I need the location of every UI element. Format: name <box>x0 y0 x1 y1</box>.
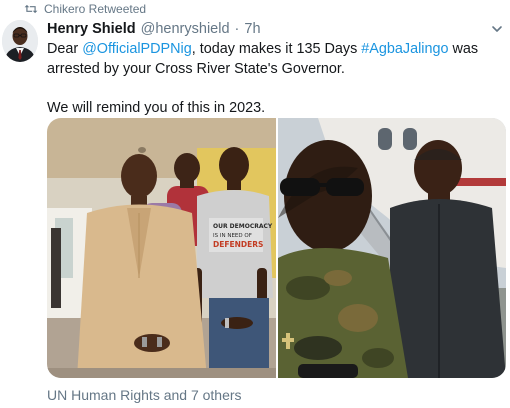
tweet-text-middle: , today makes it 135 Days <box>191 41 362 57</box>
shirt-text-2: IS IN NEED OF <box>213 233 252 239</box>
shirt-text-1: OUR DEMOCRACY <box>213 223 273 230</box>
media-photo-1[interactable]: OUR DEMOCRACY IS IN NEED OF DEFENDERS <box>47 118 276 378</box>
mention-link[interactable]: @OfficialPDPNig <box>82 41 192 57</box>
retweet-context[interactable]: Chikero Retweeted <box>24 2 146 16</box>
tweet-header: Henry Shield @henryshield · 7h <box>47 21 261 37</box>
avatar[interactable] <box>2 20 38 62</box>
timestamp[interactable]: 7h <box>244 21 260 37</box>
tweet-paragraph-1: Dear @OfficialPDPNig, today makes it 135… <box>47 40 502 79</box>
retweet-label[interactable]: Chikero Retweeted <box>44 2 146 16</box>
tweet-paragraph-2: We will remind you of this in 2023. <box>47 99 266 116</box>
liked-by[interactable]: UN Human Rights and 7 others <box>47 387 242 403</box>
separator-dot: · <box>234 21 240 37</box>
hashtag-link[interactable]: #AgbaJalingo <box>361 41 448 57</box>
user-handle[interactable]: @henryshield <box>141 21 230 37</box>
display-name[interactable]: Henry Shield <box>47 21 136 37</box>
tweet-text: Dear @OfficialPDPNig, today makes it 135… <box>47 40 502 118</box>
shirt-text-3: DEFENDERS <box>213 240 263 249</box>
media-photo-2[interactable] <box>278 118 506 378</box>
tweet[interactable]: Chikero Retweeted Henry Shield @henryshi… <box>0 0 510 408</box>
tweet-text-prefix: Dear <box>47 41 83 57</box>
retweet-icon <box>24 3 38 15</box>
media-grid: OUR DEMOCRACY IS IN NEED OF DEFENDERS <box>47 118 506 378</box>
chevron-down-icon[interactable] <box>490 22 504 36</box>
